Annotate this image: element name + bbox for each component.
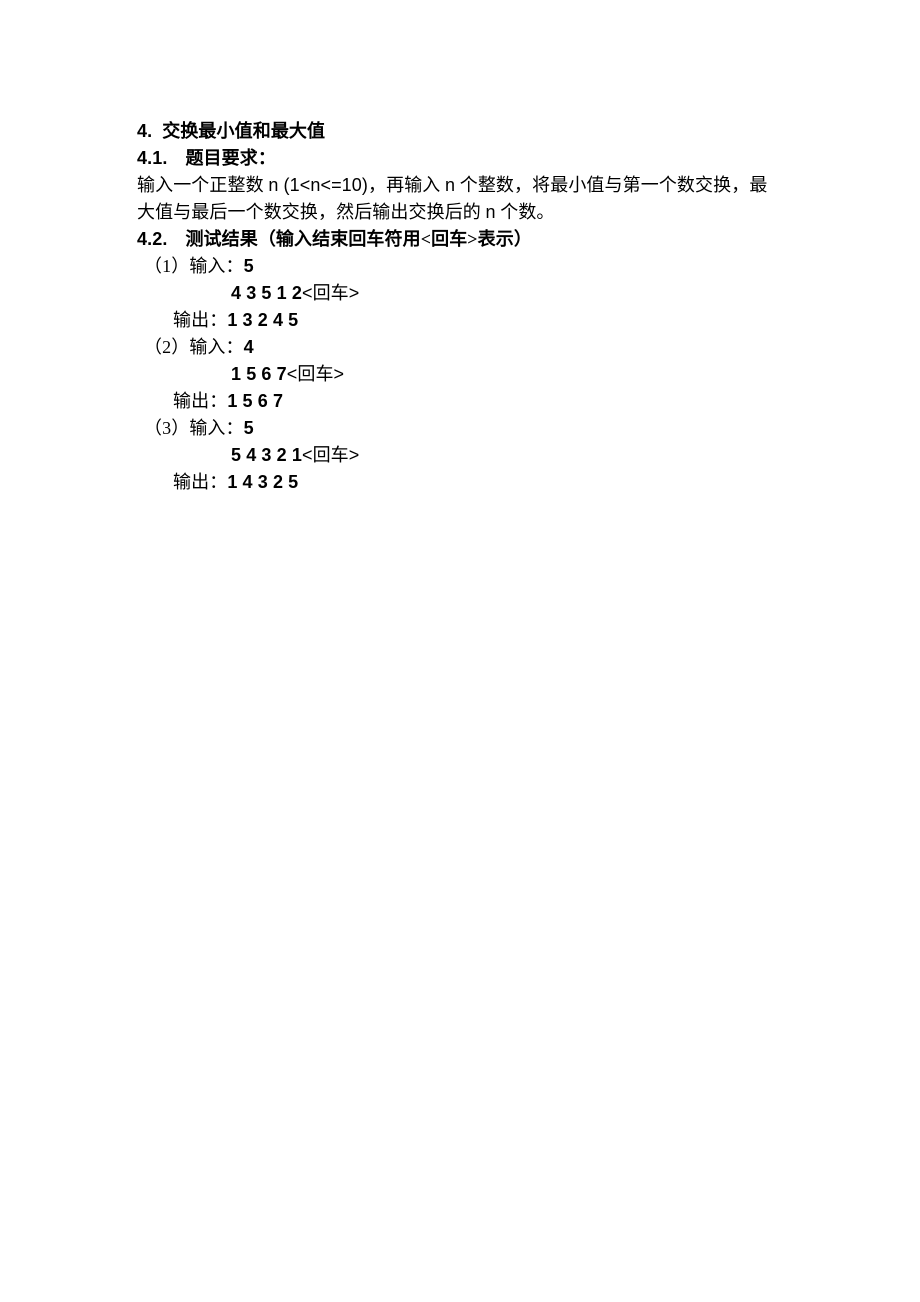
- input-label: 输入：: [189, 256, 243, 276]
- section-title: 交换最小值和最大值: [162, 121, 325, 141]
- section-number: 4.: [137, 121, 152, 141]
- input-label: 输入：: [189, 337, 243, 357]
- document-page: 4. 交换最小值和最大值 4.1. 题目要求： 输入一个正整数 n (1<n<=10…: [0, 0, 920, 496]
- subsection-number: 4.1.: [137, 148, 167, 168]
- desc-text: 输入一个正整数: [137, 175, 268, 195]
- problem-description-line2: 大值与最后一个数交换，然后输出交换后的 n 个数。: [137, 199, 790, 226]
- desc-var-n: n: [486, 202, 496, 222]
- enter-marker: <回车>: [287, 364, 344, 384]
- output-value: 1 3 2 4 5: [227, 310, 298, 330]
- test-case-output-line: 输出：1 3 2 4 5: [137, 307, 790, 334]
- subsection-title: 题目要求：: [185, 148, 276, 168]
- subsection-number: 4.2.: [137, 229, 167, 249]
- input-value: 4: [244, 337, 254, 357]
- input-value: 1 5 6 7: [231, 364, 287, 384]
- test-case-output-line: 输出：1 4 3 2 5: [137, 469, 790, 496]
- test-case-input-line2: 1 5 6 7<回车>: [137, 361, 790, 388]
- enter-marker: <回车>: [302, 283, 359, 303]
- case-index: （1）: [144, 256, 189, 276]
- case-index: （3）: [144, 418, 189, 438]
- problem-description-line1: 输入一个正整数 n (1<n<=10)，再输入 n 个整数，将最小值与第一个数交…: [137, 172, 790, 199]
- desc-text: 个数。: [496, 202, 555, 222]
- subsection-title: 测试结果（输入结束回车符用<回车>表示）: [185, 229, 532, 249]
- subsection-testresults-heading: 4.2. 测试结果（输入结束回车符用<回车>表示）: [137, 226, 790, 253]
- desc-var-n: n: [445, 175, 455, 195]
- test-case-input-line1: （1）输入：5: [137, 253, 790, 280]
- desc-text: 大值与最后一个数交换，然后输出交换后的: [137, 202, 486, 222]
- input-value: 5: [244, 256, 254, 276]
- test-case-input-line1: （2）输入：4: [137, 334, 790, 361]
- output-label: 输出：: [173, 472, 227, 492]
- section-heading: 4. 交换最小值和最大值: [137, 118, 790, 145]
- subsection-requirements-heading: 4.1. 题目要求：: [137, 145, 790, 172]
- test-case-input-line1: （3）输入：5: [137, 415, 790, 442]
- input-value: 5 4 3 2 1: [231, 445, 302, 465]
- output-label: 输出：: [173, 391, 227, 411]
- enter-marker: <回车>: [302, 445, 359, 465]
- input-value: 5: [244, 418, 254, 438]
- output-label: 输出：: [173, 310, 227, 330]
- desc-var-n-range: n (1<n<=10): [268, 175, 368, 195]
- input-label: 输入：: [189, 418, 243, 438]
- desc-text: 个整数，将最小值与第一个数交换，最: [455, 175, 767, 195]
- desc-text: ，再输入: [368, 175, 445, 195]
- test-case-input-line2: 4 3 5 1 2<回车>: [137, 280, 790, 307]
- output-value: 1 5 6 7: [227, 391, 283, 411]
- output-value: 1 4 3 2 5: [227, 472, 298, 492]
- test-case-input-line2: 5 4 3 2 1<回车>: [137, 442, 790, 469]
- input-value: 4 3 5 1 2: [231, 283, 302, 303]
- case-index: （2）: [144, 337, 189, 357]
- test-case-output-line: 输出：1 5 6 7: [137, 388, 790, 415]
